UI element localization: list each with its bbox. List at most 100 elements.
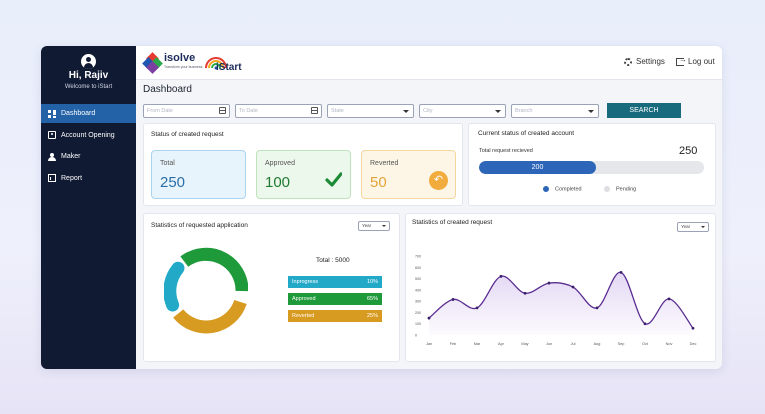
sidebar-item-dashboard[interactable]: Dashboard [41,104,136,123]
breakdown-value: 65% [366,296,378,302]
state-select[interactable]: State [327,104,414,118]
legend-label: Completed [555,186,582,193]
stat-value: 250 [160,174,186,191]
to-date-placeholder: To Date [239,108,258,114]
pending-dot-icon [604,186,610,192]
x-tick-label: Nov [666,342,673,346]
branch-placeholder: Branch [515,108,533,114]
top-bar: isolve Transform your business iStart Se… [136,46,722,80]
chevron-down-icon [588,110,594,113]
x-tick-label: May [521,342,528,346]
approved-stat[interactable]: Approved 100 [256,150,351,199]
card-title: Status of created request [151,131,224,138]
data-point[interactable] [523,291,527,295]
chevron-down-icon [495,110,501,113]
breakdown-row-inprogress: Inprogress 10% [288,276,382,288]
data-point[interactable] [451,298,455,301]
x-tick-label: Aug [594,342,601,346]
data-point[interactable] [691,326,695,330]
stat-value: 50 [370,174,387,191]
x-tick-label: Jul [571,342,576,346]
gear-icon [624,57,632,66]
data-point[interactable] [643,322,647,326]
data-point[interactable] [427,316,431,320]
state-placeholder: State [331,108,344,114]
legend-label: Pending [616,186,637,193]
legend-completed: Completed [543,186,582,192]
page-title: Dashboard [143,84,192,95]
total-stat[interactable]: Total 250 [151,150,246,199]
sidebar-item-label: Maker [61,153,81,160]
from-date-placeholder: From Date [147,108,173,114]
chevron-down-icon [701,226,705,228]
id-card-icon [48,131,56,139]
created-stats-card: Statistics of created request Year 700 60… [405,213,716,362]
y-tick-label: 300 [415,300,421,304]
donut-segment-reverted [173,299,247,334]
card-title: Statistics of created request [412,219,493,226]
breakdown-label: Inprogress [292,279,318,285]
logout-button[interactable]: Log out [676,55,715,66]
breakdown-label: Reverted [292,313,315,319]
donut-chart [164,247,248,334]
x-tick-label: Jan [426,342,432,346]
data-point[interactable] [667,297,671,301]
x-tick-label: Jun [546,342,552,346]
data-point[interactable] [595,306,599,310]
total-label: Total : 5000 [316,257,350,264]
sidebar-nav: Dashboard Account Opening Maker Report [41,104,136,190]
brand-isolve: isolve [164,52,196,64]
sidebar-item-label: Account Opening [61,131,115,139]
report-icon [48,174,56,182]
breakdown-row-approved: Approved 65% [288,293,382,305]
data-point[interactable] [571,285,575,289]
data-point[interactable] [619,270,623,274]
data-point[interactable] [475,306,479,310]
user-hand-icon [48,152,56,161]
dashboard-icon [48,109,56,118]
to-date-input[interactable]: To Date [235,104,322,118]
checkmark-icon [325,172,342,187]
from-date-input[interactable]: From Date [143,104,230,118]
data-point[interactable] [547,281,551,285]
donut-segment-inprogress [164,261,185,312]
sidebar-item-report[interactable]: Report [41,169,136,188]
y-tick-label: 200 [415,311,421,315]
created-request-card: Status of created request Total 250 Appr… [143,123,463,206]
branch-select[interactable]: Branch [511,104,599,118]
data-point[interactable] [499,274,503,278]
y-tick-label: 400 [415,288,421,292]
completed-dot-icon [543,186,549,192]
card-title: Statistics of requested application [151,222,248,229]
avatar-icon[interactable] [81,54,96,69]
x-tick-label: Dec [690,342,697,346]
sidebar-item-label: Report [61,174,83,182]
search-button[interactable]: SEARCH [607,103,681,118]
stat-value: 100 [265,174,291,191]
reverted-stat[interactable]: Reverted 50 ↶ [361,150,456,199]
logout-icon [676,55,687,66]
year-select[interactable]: Year [677,222,709,232]
x-tick-label: Oct [642,342,649,346]
brand-istart: iStart [216,62,242,73]
y-tick-label: 500 [415,277,421,281]
isolve-logo-icon [142,52,163,74]
city-select[interactable]: City [419,104,506,118]
received-label: Total request recieved [479,148,533,154]
requested-application-card: Statistics of requested application Year… [143,213,400,362]
sidebar-item-maker[interactable]: Maker [41,147,136,166]
settings-label: Settings [636,57,665,66]
legend-pending: Pending [604,186,636,192]
breakdown-value: 10% [366,279,378,285]
city-placeholder: City [423,108,433,114]
y-tick-label: 700 [415,255,421,259]
stat-label: Reverted [370,160,399,167]
calendar-icon[interactable] [311,107,318,114]
sidebar-item-account-opening[interactable]: Account Opening [41,126,136,145]
user-greeting: Hi, Rajiv [68,70,109,81]
year-select[interactable]: Year [358,221,390,231]
revert-icon: ↶ [429,171,448,190]
calendar-icon[interactable] [219,107,226,114]
logout-label: Log out [688,57,715,66]
settings-button[interactable]: Settings [624,57,665,66]
